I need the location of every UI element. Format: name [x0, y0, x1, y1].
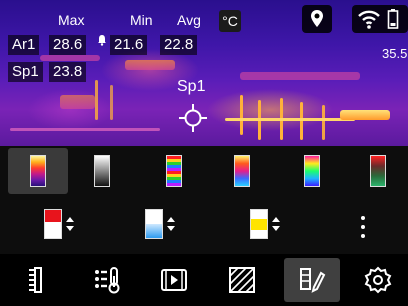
- isotherm-above-icon: [44, 209, 62, 239]
- isotherm-interval-icon: [250, 209, 268, 239]
- thermal-hotspot: [322, 105, 325, 140]
- up-down-arrows-icon: [272, 217, 280, 231]
- iron-palette-icon: [30, 155, 46, 187]
- thermal-hotspot: [10, 128, 160, 131]
- avg-header: Avg: [177, 12, 201, 28]
- thermal-hotspot: [40, 55, 100, 61]
- rainbow-palette-icon: [304, 155, 320, 187]
- area-max-value: 28.6: [49, 35, 87, 55]
- palette-rainbow-high-contrast[interactable]: [144, 148, 204, 194]
- area-avg-value: 22.8: [160, 35, 198, 55]
- wifi-icon: [358, 10, 380, 29]
- thermal-hotspot: [240, 95, 243, 135]
- thermal-viewport[interactable]: Max Min Avg °C Ar1 28.6 21.6 22.8 Sp1 23…: [0, 0, 408, 146]
- video-playback-button[interactable]: [146, 258, 202, 302]
- isotherm-below-button[interactable]: [145, 201, 175, 247]
- thermal-hotspot: [125, 60, 175, 70]
- scale-tool-button[interactable]: [8, 258, 64, 302]
- battery-icon: [387, 9, 399, 29]
- palette-white-hot[interactable]: [72, 148, 132, 194]
- alarm-bell-icon: [98, 35, 106, 46]
- area-hatch-icon: [229, 267, 255, 293]
- parameters-thermometer-icon: [95, 267, 120, 294]
- thermal-hotspot: [60, 95, 95, 109]
- more-options-button[interactable]: [355, 212, 371, 242]
- up-down-arrows-icon: [66, 217, 74, 231]
- palette-medical[interactable]: [348, 148, 408, 194]
- lava-palette-icon: [234, 155, 250, 187]
- thermal-hotspot: [95, 80, 98, 120]
- max-header: Max: [58, 12, 85, 28]
- thermal-hotspot: [225, 118, 355, 121]
- measurement-area-button[interactable]: [214, 258, 270, 302]
- location-status: [302, 5, 332, 33]
- settings-button[interactable]: [350, 258, 406, 302]
- palette-edit-icon: [300, 268, 326, 293]
- palette-lava[interactable]: [212, 148, 272, 194]
- connectivity-status: [352, 5, 408, 33]
- location-pin-icon: [311, 10, 323, 27]
- thermal-hotspot: [110, 85, 113, 120]
- medical-palette-icon: [370, 155, 386, 187]
- thermal-hotspot: [240, 72, 360, 80]
- scale-max-value: 35.5: [382, 46, 408, 61]
- more-dot-icon: [361, 216, 365, 220]
- palette-iron[interactable]: [8, 148, 68, 194]
- thermal-hotspot: [300, 102, 303, 140]
- white-hot-palette-icon: [94, 155, 110, 187]
- isotherm-below-icon: [145, 209, 163, 239]
- isotherm-interval-button[interactable]: [250, 201, 280, 247]
- more-dot-icon: [361, 225, 365, 229]
- temperature-unit[interactable]: °C: [219, 10, 241, 32]
- palette-rainbow[interactable]: [282, 148, 342, 194]
- up-down-arrows-icon: [167, 217, 175, 231]
- thermal-hotspot: [340, 110, 390, 120]
- parameters-button[interactable]: [80, 258, 136, 302]
- palette-panel: [0, 146, 408, 254]
- isotherm-above-button[interactable]: [44, 201, 74, 247]
- spot-label: Sp1: [8, 62, 43, 82]
- gear-icon: [364, 266, 392, 294]
- palette-button[interactable]: [284, 258, 340, 302]
- area-min-value: 21.6: [110, 35, 148, 55]
- bottom-toolbar: [0, 254, 408, 306]
- min-header: Min: [130, 12, 153, 28]
- spot-marker-label: Sp1: [177, 78, 206, 95]
- video-playback-icon: [161, 269, 187, 291]
- rainbow-hc-palette-icon: [166, 155, 182, 187]
- more-dot-icon: [361, 234, 365, 238]
- spot-value: 23.8: [49, 62, 87, 82]
- temperature-scale-icon: [29, 267, 42, 293]
- spot-crosshair-icon[interactable]: [178, 103, 208, 133]
- area-label: Ar1: [8, 35, 40, 55]
